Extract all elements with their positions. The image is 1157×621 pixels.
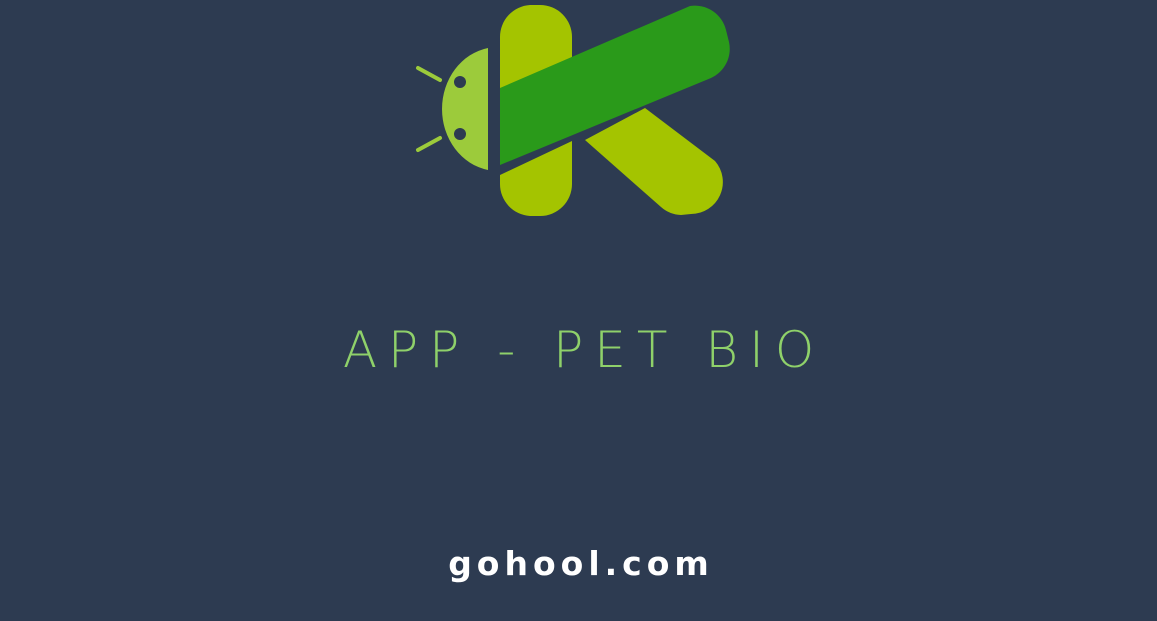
splash-screen: APP - PET BIO gohool.com bbox=[0, 0, 1157, 621]
android-head-icon bbox=[416, 48, 488, 170]
app-title: APP - PET BIO bbox=[342, 321, 826, 379]
website-link[interactable]: gohool.com bbox=[0, 544, 1157, 584]
android-k-logo-icon bbox=[410, 0, 740, 220]
